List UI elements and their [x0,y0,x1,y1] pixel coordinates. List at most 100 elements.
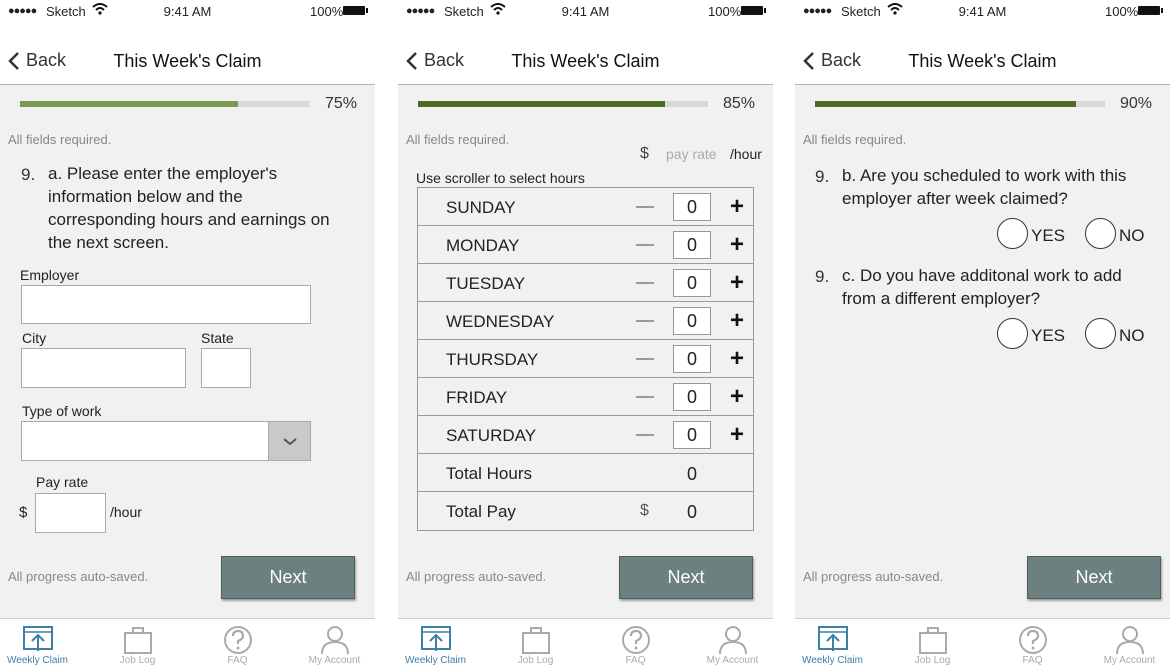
progress-fill [418,101,665,107]
tab-label: Job Log [914,655,951,666]
increment-button[interactable]: + [730,195,744,219]
next-button[interactable]: Next [221,556,355,599]
autosave-note: All progress auto-saved. [803,569,944,584]
page-title: This Week's Claim [511,51,660,71]
progress-percent: 90% [1119,95,1152,112]
next-button[interactable]: Next [619,556,753,599]
type-of-work-select[interactable] [21,421,311,461]
pay-rate-field[interactable] [35,493,106,533]
day-row: SUNDAY 0 + [418,188,753,226]
hours-value[interactable]: 0 [673,421,711,449]
increment-button[interactable]: + [730,233,744,257]
screen-hours: ●●●●● Sketch 9:41 AM 100% Back This Week… [398,0,773,667]
tab-my-account[interactable]: My Account [297,619,372,667]
hours-value[interactable]: 0 [673,345,711,373]
hours-value[interactable]: 0 [673,193,711,221]
briefcase-icon [122,625,154,655]
radio-yes-label: YES [1031,226,1066,245]
radio-no-label: NO [1119,326,1145,345]
decrement-button[interactable] [636,396,654,398]
question-text: b. Are you scheduled to work with this e… [842,166,1127,208]
tab-faq[interactable]: FAQ [598,619,673,667]
pay-rate-input[interactable]: pay rate [666,146,717,162]
hours-value[interactable]: 0 [673,307,711,335]
day-label: WEDNESDAY [446,312,555,331]
question-icon [1017,625,1049,655]
tab-job-log[interactable]: Job Log [100,619,175,667]
radio-yes[interactable] [997,318,1028,349]
tab-faq[interactable]: FAQ [995,619,1070,667]
screen-employer-info: ●●●●● Sketch 9:41 AM 100% Back This Week… [0,0,375,667]
employer-field[interactable] [21,285,311,324]
tab-weekly-claim[interactable]: Weekly Claim [0,619,75,667]
tab-weekly-claim[interactable]: Weekly Claim [795,619,870,667]
increment-button[interactable]: + [730,385,744,409]
increment-button[interactable]: + [730,347,744,371]
day-label: SUNDAY [446,198,516,217]
decrement-button[interactable] [636,434,654,436]
tab-my-account[interactable]: My Account [695,619,770,667]
tab-job-log[interactable]: Job Log [895,619,970,667]
status-bar: ●●●●● Sketch 9:41 AM 100% [0,0,375,22]
tab-bar: Weekly Claim Job Log FAQ My Account [795,618,1170,667]
tab-bar: Weekly Claim Job Log FAQ My Account [398,618,773,667]
tab-label: FAQ [1022,655,1043,666]
total-pay-row: Total Pay $0 [418,492,753,530]
city-field[interactable] [21,348,186,388]
dollar-sign: $ [19,504,28,521]
total-pay-label: Total Pay [446,502,516,521]
day-label: MONDAY [446,236,520,255]
tab-job-log[interactable]: Job Log [498,619,573,667]
city-label: City [22,330,47,346]
hours-value[interactable]: 0 [673,383,711,411]
decrement-button[interactable] [636,320,654,322]
progress-fill [815,101,1076,107]
autosave-note: All progress auto-saved. [406,569,547,584]
tab-my-account[interactable]: My Account [1092,619,1167,667]
chevron-down-icon [283,438,297,446]
decrement-button[interactable] [636,244,654,246]
person-icon [1114,625,1146,655]
decrement-button[interactable] [636,358,654,360]
progress-percent: 75% [324,95,357,112]
select-toggle[interactable] [268,422,310,460]
hours-value[interactable]: 0 [673,231,711,259]
battery-percent: 100% [310,4,344,19]
radio-yes[interactable] [997,218,1028,249]
total-hours-label: Total Hours [446,464,532,483]
upload-icon [817,625,849,655]
per-hour-label: /hour [730,146,762,162]
battery-percent: 100% [1105,4,1139,19]
question-number: 9. [815,167,830,186]
employer-label: Employer [20,267,80,283]
radio-no[interactable] [1085,318,1116,349]
radio-no[interactable] [1085,218,1116,249]
dollar-sign: $ [640,502,649,519]
briefcase-icon [917,625,949,655]
progress-bar [418,101,708,107]
battery-icon [343,6,368,15]
day-row: TUESDAY 0 + [418,264,753,302]
state-label: State [201,330,234,346]
next-button[interactable]: Next [1027,556,1161,599]
increment-button[interactable]: + [730,271,744,295]
total-hours-value: 0 [686,464,697,484]
increment-button[interactable]: + [730,423,744,447]
status-bar: ●●●●● Sketch 9:41 AM 100% [795,0,1170,22]
tab-label: FAQ [625,655,646,666]
day-row: FRIDAY 0 + [418,378,753,416]
decrement-button[interactable] [636,206,654,208]
increment-button[interactable]: + [730,309,744,333]
tab-label: My Account [308,655,361,666]
hours-value[interactable]: 0 [673,269,711,297]
page-title: This Week's Claim [113,51,262,71]
battery-icon [1138,6,1163,15]
tab-weekly-claim[interactable]: Weekly Claim [398,619,473,667]
upload-icon [22,625,54,655]
decrement-button[interactable] [636,282,654,284]
tab-faq[interactable]: FAQ [200,619,275,667]
state-field[interactable] [201,348,251,388]
tab-label: Weekly Claim [7,655,68,666]
person-icon [319,625,351,655]
page-title: This Week's Claim [908,51,1057,71]
